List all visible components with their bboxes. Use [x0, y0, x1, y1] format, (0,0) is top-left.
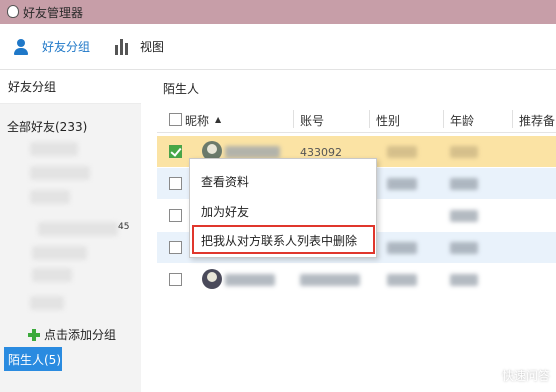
blurred-age	[450, 274, 478, 286]
watermark: 快速问答	[481, 367, 550, 384]
blurred-age	[450, 210, 478, 222]
blurred-gender	[387, 242, 417, 254]
select-all-checkbox[interactable]	[169, 113, 182, 126]
watermark-logo-icon	[481, 367, 498, 384]
bar-chart-icon	[112, 38, 132, 56]
column-account[interactable]: 账号	[300, 112, 324, 129]
blurred-group[interactable]	[30, 166, 90, 180]
row-checkbox[interactable]	[169, 145, 182, 158]
row-checkbox[interactable]	[169, 209, 182, 222]
sidebar: 好友分组 全部好友(233) 45 点击添加分组 陌生人(5)	[0, 70, 141, 392]
column-divider[interactable]	[443, 110, 444, 128]
friends-icon	[14, 38, 34, 56]
blurred-gender	[387, 146, 417, 158]
sidebar-heading: 好友分组	[0, 70, 141, 104]
blurred-group[interactable]	[32, 268, 72, 282]
blurred-account	[300, 274, 360, 286]
toolbar: 好友分组 视图	[0, 24, 556, 70]
sort-ascending-icon[interactable]: ▲	[215, 115, 221, 124]
friend-group-button[interactable]: 好友分组	[14, 38, 90, 56]
blurred-nickname	[225, 146, 280, 158]
menu-item-view-profile[interactable]: 查看资料	[201, 173, 249, 190]
partial-count: 45	[118, 222, 130, 232]
menu-item-remove-from-contacts[interactable]: 把我从对方联系人列表中删除	[201, 232, 357, 249]
blurred-group[interactable]	[30, 190, 70, 204]
row-checkbox[interactable]	[169, 273, 182, 286]
column-divider[interactable]	[369, 110, 370, 128]
row-checkbox[interactable]	[169, 177, 182, 190]
plus-icon	[28, 328, 40, 341]
column-gender[interactable]: 性别	[376, 112, 400, 129]
context-menu: 查看资料 加为好友 把我从对方联系人列表中删除	[189, 158, 377, 258]
column-nickname[interactable]: 昵称	[185, 112, 209, 129]
column-divider[interactable]	[293, 110, 294, 128]
column-recommend[interactable]: 推荐备	[519, 112, 555, 129]
menu-item-add-friend[interactable]: 加为好友	[201, 203, 249, 220]
column-divider[interactable]	[512, 110, 513, 128]
blurred-nickname	[225, 274, 275, 286]
blurred-group[interactable]	[30, 142, 78, 156]
view-label: 视图	[140, 40, 165, 54]
title-bar: 好友管理器	[0, 0, 556, 24]
avatar	[202, 269, 222, 289]
sidebar-item-strangers[interactable]: 陌生人(5)	[4, 347, 62, 371]
add-group-button[interactable]: 点击添加分组	[28, 326, 116, 343]
blurred-age	[450, 178, 478, 190]
view-button[interactable]: 视图	[112, 38, 164, 56]
blurred-group[interactable]	[30, 296, 64, 310]
penguin-icon	[6, 5, 19, 19]
blurred-group[interactable]	[38, 222, 118, 236]
row-checkbox[interactable]	[169, 241, 182, 254]
blurred-group[interactable]	[32, 246, 87, 260]
sidebar-item-all-friends[interactable]: 全部好友(233)	[7, 118, 87, 135]
window-title: 好友管理器	[23, 5, 84, 20]
blurred-gender	[387, 178, 417, 190]
column-age[interactable]: 年龄	[450, 112, 474, 129]
watermark-text: 快速问答	[501, 369, 550, 383]
page-title: 陌生人	[163, 82, 200, 96]
add-group-label: 点击添加分组	[44, 328, 117, 342]
friend-group-label: 好友分组	[42, 40, 91, 54]
blurred-gender	[387, 274, 417, 286]
blurred-age	[450, 242, 478, 254]
blurred-age	[450, 146, 478, 158]
